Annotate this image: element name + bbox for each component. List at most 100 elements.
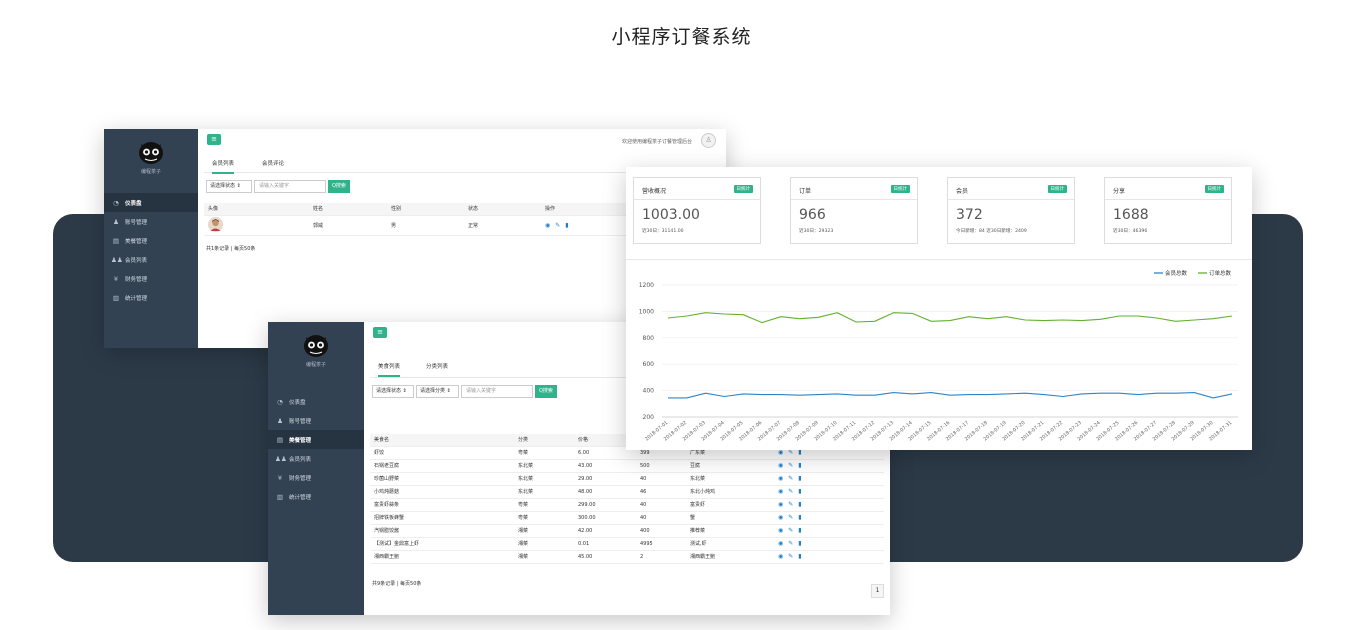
status-select[interactable]: 请选择状态 ⇕ <box>372 385 414 398</box>
tab-food-list[interactable]: 美食列表 <box>378 362 401 377</box>
table-row: 湘西霸王鲍 湘菜 45.00 2 湘西霸王鲍 ◉ ✎ ▮ <box>370 550 884 564</box>
sidebar-item-3[interactable]: ♟♟ 会员列表 <box>268 449 364 468</box>
sidebar-item-3[interactable]: ♟♟ 会员列表 <box>104 250 198 269</box>
page: 小程序订餐系统 编程茶子 ◔ 仪表盘 ♟ 账号管理 ▤ 美餐管理 ♟♟ 会员列表 ¥ 财务管理 ▥ 统… <box>0 0 1363 630</box>
stat-badge[interactable]: 日统计 <box>890 185 910 193</box>
food-name: 汽锅腊饺酱 <box>370 524 514 538</box>
sidebar-item-4[interactable]: ¥ 财务管理 <box>268 468 364 487</box>
search-button[interactable]: Q搜索 <box>328 180 350 193</box>
status-select[interactable]: 请选择状态 ⇕ <box>206 180 252 193</box>
sidebar-item-2[interactable]: ▤ 美餐管理 <box>268 430 364 449</box>
sidebar-item-5[interactable]: ▥ 统计管理 <box>104 288 198 307</box>
user-icon: ♟ <box>277 416 283 425</box>
edit-icon[interactable]: ✎ <box>788 527 793 534</box>
search-input[interactable]: 请输入关键字 <box>254 180 326 193</box>
view-icon[interactable]: ◉ <box>778 475 783 482</box>
delete-icon[interactable]: ▮ <box>798 501 801 508</box>
food-category: 东北菜 <box>514 472 574 486</box>
view-icon[interactable]: ◉ <box>778 527 783 534</box>
search-input[interactable]: 请输入关键字 <box>461 385 533 398</box>
view-icon[interactable]: ◉ <box>778 501 783 508</box>
sidebar-item-5[interactable]: ▥ 统计管理 <box>268 487 364 506</box>
y-tick-label: 1000 <box>639 308 654 315</box>
edit-icon[interactable]: ✎ <box>555 222 560 229</box>
view-icon[interactable]: ◉ <box>778 462 783 469</box>
dashboard-window: 营收概况 日统计 1003.00 近30日：31141.00 订单 日统计 966 … <box>626 167 1252 450</box>
stat-badge[interactable]: 日统计 <box>1204 185 1224 193</box>
table-row: 石锅老豆腐 东北菜 43.00 500 豆腐 ◉ ✎ ▮ <box>370 459 884 473</box>
edit-icon[interactable]: ✎ <box>788 462 793 469</box>
delete-icon[interactable]: ▮ <box>565 222 568 229</box>
sidebar-item-2[interactable]: ▤ 美餐管理 <box>104 231 198 250</box>
view-icon[interactable]: ◉ <box>778 514 783 521</box>
sidebar-item-0[interactable]: ◔ 仪表盘 <box>104 193 198 212</box>
view-icon[interactable]: ◉ <box>778 488 783 495</box>
food-stock: 40 <box>636 472 686 486</box>
sidebar-item-1[interactable]: ♟ 账号管理 <box>104 212 198 231</box>
delete-icon[interactable]: ▮ <box>798 475 801 482</box>
food-price: 43.00 <box>574 459 636 473</box>
sidebar-logo[interactable]: 编程茶子 <box>268 322 364 392</box>
view-icon[interactable]: ◉ <box>778 449 783 456</box>
members-card: 会员 日统计 372 今日新增：84 近30日新增：2409 <box>947 177 1075 244</box>
sidebar-item-label: 仪表盘 <box>125 200 142 207</box>
tab-member-comments[interactable]: 会员评论 <box>262 159 284 167</box>
tab-category-list[interactable]: 分类列表 <box>426 362 448 370</box>
delete-icon[interactable]: ▮ <box>798 488 801 495</box>
delete-icon[interactable]: ▮ <box>798 540 801 547</box>
row-actions: ◉ ✎ ▮ <box>774 472 884 486</box>
col-status: 状态 <box>464 203 541 216</box>
tab-member-list[interactable]: 会员列表 <box>212 159 235 174</box>
edit-icon[interactable]: ✎ <box>788 553 793 560</box>
user-avatar-icon[interactable]: ♙ <box>701 133 716 148</box>
sidebar-item-label: 统计管理 <box>289 494 312 501</box>
food-tag: 豆腐 <box>686 459 774 473</box>
avatar[interactable] <box>208 216 223 232</box>
food-category: 东北菜 <box>514 485 574 499</box>
view-icon[interactable]: ◉ <box>778 553 783 560</box>
view-icon[interactable]: ◉ <box>545 222 550 229</box>
food-category: 东北菜 <box>514 459 574 473</box>
food-stock: 40 <box>636 498 686 512</box>
col-name: 姓名 <box>309 203 387 216</box>
edit-icon[interactable]: ✎ <box>788 501 793 508</box>
sidebar-item-label: 账号管理 <box>289 418 312 425</box>
edit-icon[interactable]: ✎ <box>788 540 793 547</box>
card-header: 营收概况 日统计 <box>634 178 760 200</box>
pagination-page-1[interactable]: 1 <box>871 584 884 598</box>
food-stock: 40 <box>636 511 686 525</box>
sidebar-item-4[interactable]: ¥ 财务管理 <box>104 269 198 288</box>
food-category: 粤菜 <box>514 498 574 512</box>
logo-icon <box>139 142 163 164</box>
y-tick-label: 1200 <box>639 282 654 289</box>
welcome-text: 欢迎使用编程茶子订餐管理后台 <box>621 139 692 145</box>
table-row: 汽锅腊饺酱 湘菜 42.00 400 推荐菜 ◉ ✎ ▮ <box>370 524 884 538</box>
stat-badge[interactable]: 日统计 <box>733 185 753 193</box>
view-icon[interactable]: ◉ <box>778 540 783 547</box>
sidebar-item-label: 会员列表 <box>289 456 312 463</box>
stat-badge[interactable]: 日统计 <box>1047 185 1067 193</box>
delete-icon[interactable]: ▮ <box>798 449 801 456</box>
row-actions: ◉ ✎ ▮ <box>774 537 884 551</box>
category-select[interactable]: 请选择分类 ⇕ <box>416 385 459 398</box>
edit-icon[interactable]: ✎ <box>788 488 793 495</box>
menu-toggle-button[interactable]: ≡ <box>373 327 387 338</box>
search-button[interactable]: Q搜索 <box>535 385 557 398</box>
sidebar-logo[interactable]: 编程茶子 <box>104 129 198 193</box>
menu-toggle-button[interactable]: ≡ <box>207 134 221 145</box>
food-stock: 4995 <box>636 537 686 551</box>
card-subtext: 近30日：31141.00 <box>642 229 684 234</box>
delete-icon[interactable]: ▮ <box>798 527 801 534</box>
sidebar-item-1[interactable]: ♟ 账号管理 <box>268 411 364 430</box>
edit-icon[interactable]: ✎ <box>788 449 793 456</box>
menu-icon: ≡ <box>211 135 217 143</box>
dashboard-icon: ◔ <box>113 198 119 207</box>
sidebar-item-0[interactable]: ◔ 仪表盘 <box>268 392 364 411</box>
sidebar-item-label: 仪表盘 <box>289 399 306 406</box>
edit-icon[interactable]: ✎ <box>788 514 793 521</box>
delete-icon[interactable]: ▮ <box>798 462 801 469</box>
edit-icon[interactable]: ✎ <box>788 475 793 482</box>
delete-icon[interactable]: ▮ <box>798 553 801 560</box>
delete-icon[interactable]: ▮ <box>798 514 801 521</box>
y-tick-label: 600 <box>643 361 655 368</box>
